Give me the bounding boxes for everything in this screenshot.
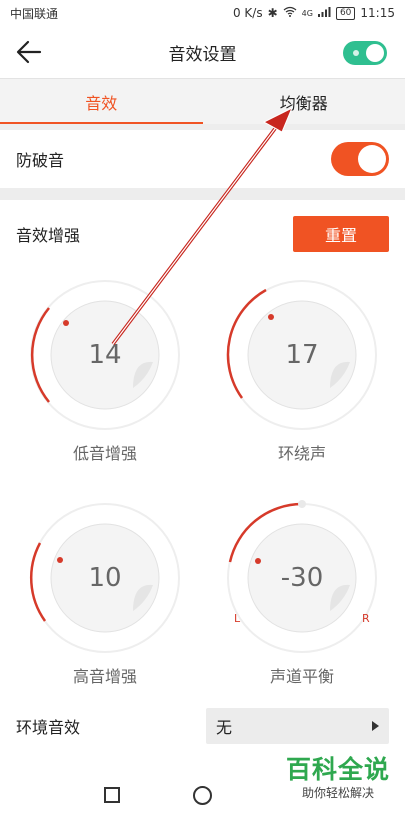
recents-icon[interactable] [104,787,120,803]
app-header: 音效设置 [0,26,405,78]
reset-button[interactable]: 重置 [293,216,389,252]
wifi-icon [283,6,297,20]
balance-value: -30 [280,563,324,593]
switch-knob [366,44,384,62]
anti-burst-row: 防破音 [0,130,405,188]
environment-label: 环境音效 [16,718,81,737]
clock: 11:15 [360,6,395,20]
surround-knob[interactable]: 17 [222,275,382,435]
environment-row: 环境音效 无 [0,700,405,752]
tab-sound-effects[interactable]: 音效 [0,79,203,124]
surround-label: 环绕声 [277,444,326,463]
carrier-name: 中国联通 [10,6,59,21]
balance-label: 声道平衡 [269,667,334,686]
status-icons: 0 K/s ✱ 4G 60 11:15 [233,6,395,20]
anti-burst-label: 防破音 [16,151,65,170]
environment-selected: 无 [216,718,233,737]
balance-right-mark: R [362,612,370,625]
caret-right-icon [372,721,379,731]
master-switch[interactable] [343,41,387,65]
status-bar: 中国联通 0 K/s ✱ 4G 60 11:15 [0,0,405,26]
signal-icon [317,6,331,20]
bluetooth-icon: ✱ [267,6,278,20]
bass-knob[interactable]: 14 [25,275,185,435]
bass-value: 14 [88,340,122,370]
treble-value: 10 [88,563,122,593]
tab-bar: 音效 均衡器 [0,78,405,124]
home-icon[interactable] [193,786,212,805]
treble-knob[interactable]: 10 [25,498,185,658]
anti-burst-toggle[interactable] [331,142,389,176]
battery-indicator: 60 [335,6,356,20]
effects-panel: 音效增强 重置 14 低音增强 17 环绕声 10 高音增强 -30 L R 声… [0,200,405,774]
balance-left-mark: L [234,612,241,625]
toggle-knob [358,145,386,173]
bass-label: 低音增强 [72,444,137,463]
enhance-title: 音效增强 [16,226,81,245]
treble-label: 高音增强 [72,667,137,686]
switch-dot-icon [353,50,359,56]
back-button[interactable] [14,38,44,66]
enhance-row: 音效增强 重置 [16,216,389,252]
tab-equalizer[interactable]: 均衡器 [203,79,405,124]
environment-select[interactable]: 无 [206,708,389,744]
watermark: 百科全说 助你轻松解决 [279,756,397,802]
page-title: 音效设置 [168,44,237,65]
balance-knob[interactable]: -30 L R [222,498,382,658]
watermark-title: 百科全说 [285,755,390,784]
signal-label: 4G [301,8,313,18]
arrow-left-icon [16,40,42,64]
surround-value: 17 [285,340,319,370]
watermark-subtitle: 助你轻松解决 [279,784,397,802]
network-speed: 0 K/s [232,6,263,20]
